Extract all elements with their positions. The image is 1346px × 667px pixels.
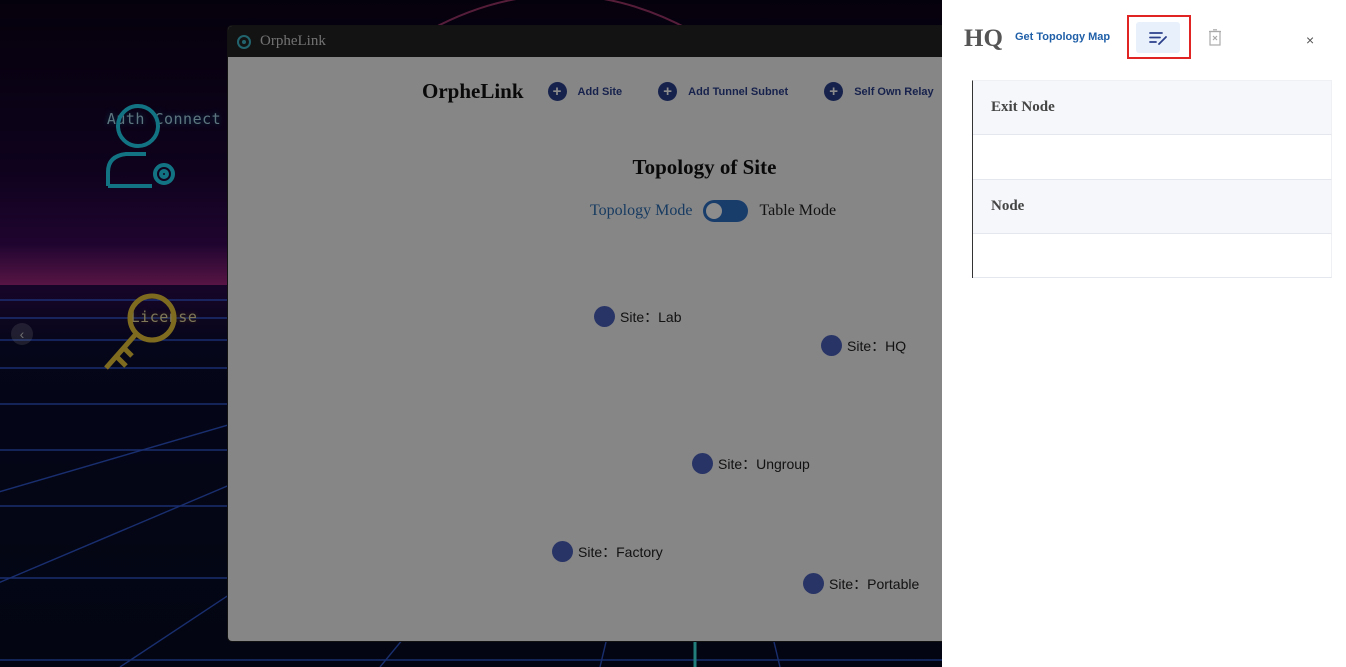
node-value [973, 234, 1332, 278]
site-info-table: Exit Node Node [972, 80, 1332, 278]
drawer-title: HQ [964, 25, 1003, 52]
node-header: Node [973, 180, 1332, 234]
edit-button[interactable] [1136, 22, 1180, 53]
delete-button[interactable] [1207, 27, 1223, 47]
edit-list-icon [1149, 31, 1167, 45]
drawer-overlay-mask[interactable] [0, 0, 942, 667]
exit-node-value [973, 135, 1332, 180]
get-topology-map-link[interactable]: Get Topology Map [1015, 31, 1110, 43]
trash-icon [1209, 28, 1221, 46]
exit-node-header: Exit Node [973, 81, 1332, 135]
site-detail-drawer: HQ Get Topology Map × Exit Node Node [942, 0, 1346, 667]
close-button[interactable]: × [1306, 32, 1314, 48]
